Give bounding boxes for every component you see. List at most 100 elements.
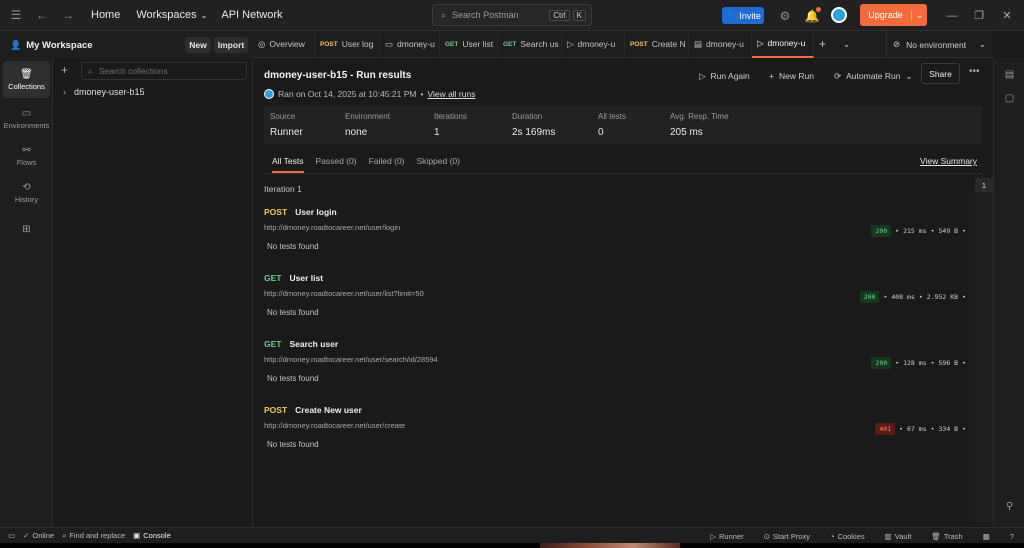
close-icon[interactable]: ✕ — [993, 0, 1021, 31]
tabs-dropdown-icon[interactable]: ⌄ — [838, 31, 860, 58]
no-tests-text: No tests found — [267, 374, 319, 383]
tab-method: POST — [320, 40, 338, 48]
tab-create-user[interactable]: POST Create N — [625, 30, 689, 58]
rail-flows[interactable]: ⚯ Flows — [0, 137, 53, 174]
summary-iterations: Iterations 1 — [434, 112, 467, 138]
new-tab-icon[interactable]: + — [814, 31, 838, 58]
summary-source: Source Runner — [270, 112, 303, 138]
tab-user-login[interactable]: POST User log — [315, 30, 380, 58]
tab-document[interactable]: ▤ dmoney-u — [689, 30, 752, 58]
flows-icon: ⚯ — [22, 144, 31, 156]
upgrade-label: Upgrade — [868, 10, 903, 20]
chevron-down-icon[interactable]: ⌄ — [911, 9, 927, 21]
menu-icon[interactable]: ☰ — [3, 0, 29, 31]
settings-gear-icon[interactable]: ⚙ — [772, 0, 798, 31]
comments-icon[interactable]: ▢ — [994, 86, 1024, 110]
home-link[interactable]: Home — [91, 9, 120, 21]
layout-icon[interactable]: ▦ — [983, 532, 990, 541]
search-icon: ⌕ — [62, 530, 67, 540]
tab-all-tests[interactable]: All Tests — [272, 156, 304, 173]
new-button[interactable]: New — [185, 37, 211, 53]
runner-button[interactable]: ▷ Runner — [710, 532, 743, 541]
collections-icon: 🗑 — [20, 68, 33, 80]
automate-run-button[interactable]: ⟳ Automate Run ⌄ — [834, 68, 913, 84]
rail-collections[interactable]: 🗑 Collections — [3, 61, 50, 98]
tab-search-user[interactable]: GET Search us — [498, 30, 562, 58]
restore-icon[interactable]: ❐ — [965, 0, 993, 31]
tab-overview[interactable]: ◎ Overview — [253, 30, 315, 58]
run-again-button[interactable]: ▷ Run Again — [699, 68, 750, 84]
add-collection-icon[interactable]: + — [61, 63, 68, 77]
console-label: Console — [143, 531, 171, 540]
trash-label: Trash — [943, 531, 963, 541]
vault-button[interactable]: ▥ Vault — [885, 532, 912, 541]
share-button[interactable]: Share — [921, 63, 960, 84]
trash-icon: 🗑 — [931, 531, 941, 541]
summary-label: Iterations — [434, 112, 467, 121]
request-header: POST Create New user — [264, 405, 974, 415]
request-result[interactable]: POST User login http://dmoney.roadtocare… — [264, 207, 974, 263]
environment-select[interactable]: ⊘ No environment ⌄ — [886, 31, 986, 58]
rail-configure[interactable]: ⊞ — [0, 211, 53, 248]
chevron-down-icon: ⌄ — [905, 70, 913, 81]
environments-icon: ▭ — [21, 107, 32, 119]
import-button[interactable]: Import — [214, 37, 248, 53]
global-search-input[interactable]: ⌕ Search Postman Ctrl K — [432, 4, 592, 26]
online-status[interactable]: ✓ Online — [23, 531, 54, 540]
related-icon[interactable]: ⚲ — [994, 494, 1024, 518]
iteration-badge[interactable]: 1 — [975, 178, 993, 192]
api-network-link[interactable]: API Network — [221, 9, 282, 21]
request-result[interactable]: GET Search user http://dmoney.roadtocare… — [264, 339, 974, 395]
avatar — [264, 89, 274, 99]
cookies-button[interactable]: ◔ Cookies — [830, 532, 865, 541]
tab-skipped[interactable]: Skipped (0) — [417, 156, 460, 173]
tab-collection[interactable]: ▭ dmoney-u — [380, 30, 440, 58]
console-button[interactable]: ▣ Console — [133, 531, 171, 540]
workspace-title[interactable]: My Workspace — [26, 40, 92, 51]
tab-run-results[interactable]: ▷ dmoney-u — [752, 30, 814, 58]
find-replace-label: Find and replace — [69, 531, 126, 540]
tab-passed[interactable]: Passed (0) — [316, 156, 357, 173]
top-bar: ☰ ← → Home Workspaces ⌄ API Network ⌕ Sea… — [0, 0, 1024, 31]
minimize-icon[interactable]: — — [938, 0, 966, 31]
response-time: 215 ms — [903, 227, 927, 235]
search-icon: ⌕ — [88, 65, 93, 76]
run-again-label: Run Again — [710, 71, 750, 81]
taskbar-strip — [0, 543, 1024, 548]
avatar[interactable] — [831, 7, 847, 23]
response-meta: 200 • 215 ms • 549 B • — [871, 225, 966, 237]
trash-button[interactable]: 🗑 Trash — [931, 532, 962, 541]
more-options-icon[interactable]: ••• — [969, 66, 980, 77]
tab-failed[interactable]: Failed (0) — [369, 156, 405, 173]
invite-button[interactable]: 👤 Invite — [722, 7, 764, 24]
notifications-bell-icon[interactable]: 🔔 — [799, 0, 825, 31]
request-name: User login — [295, 207, 337, 217]
summary-value: Runner — [270, 127, 303, 138]
request-result[interactable]: GET User list http://dmoney.roadtocareer… — [264, 273, 974, 329]
collection-item[interactable]: › dmoney-user-b15 — [63, 87, 145, 97]
documentation-icon[interactable]: ▤ — [994, 62, 1024, 86]
help-icon[interactable]: ? — [1010, 532, 1014, 541]
back-arrow-icon[interactable]: ← — [29, 0, 55, 31]
view-summary-link[interactable]: View Summary — [920, 156, 977, 166]
dot: • — [899, 425, 903, 433]
rail-history[interactable]: ⟲ History — [0, 174, 53, 211]
add-user-icon: 👤 — [725, 10, 737, 20]
tab-user-list[interactable]: GET User list — [440, 30, 498, 58]
collections-search-input[interactable]: ⌕ Search collections — [81, 62, 247, 80]
toggle-sidebar-icon[interactable]: ▭ — [8, 531, 15, 540]
forward-arrow-icon[interactable]: → — [55, 0, 81, 31]
request-result[interactable]: POST Create New user http://dmoney.roadt… — [264, 405, 974, 461]
rail-environments[interactable]: ▭ Environments — [0, 100, 53, 137]
iteration-scrollbar[interactable] — [975, 192, 993, 522]
response-size: 334 B — [938, 425, 959, 433]
start-proxy-button[interactable]: ⊙ Start Proxy — [764, 532, 810, 541]
new-run-button[interactable]: + New Run — [769, 68, 814, 84]
upgrade-button[interactable]: Upgrade ⌄ — [860, 4, 927, 26]
view-all-runs-link[interactable]: View all runs — [427, 89, 475, 99]
workspaces-menu[interactable]: Workspaces ⌄ — [136, 9, 207, 21]
find-replace-button[interactable]: ⌕ Find and replace — [62, 531, 125, 541]
request-url: http://dmoney.roadtocareer.net/user/logi… — [264, 223, 401, 232]
tab-runner[interactable]: ▷ dmoney-u — [562, 30, 625, 58]
response-size: 2.952 KB — [926, 293, 959, 301]
